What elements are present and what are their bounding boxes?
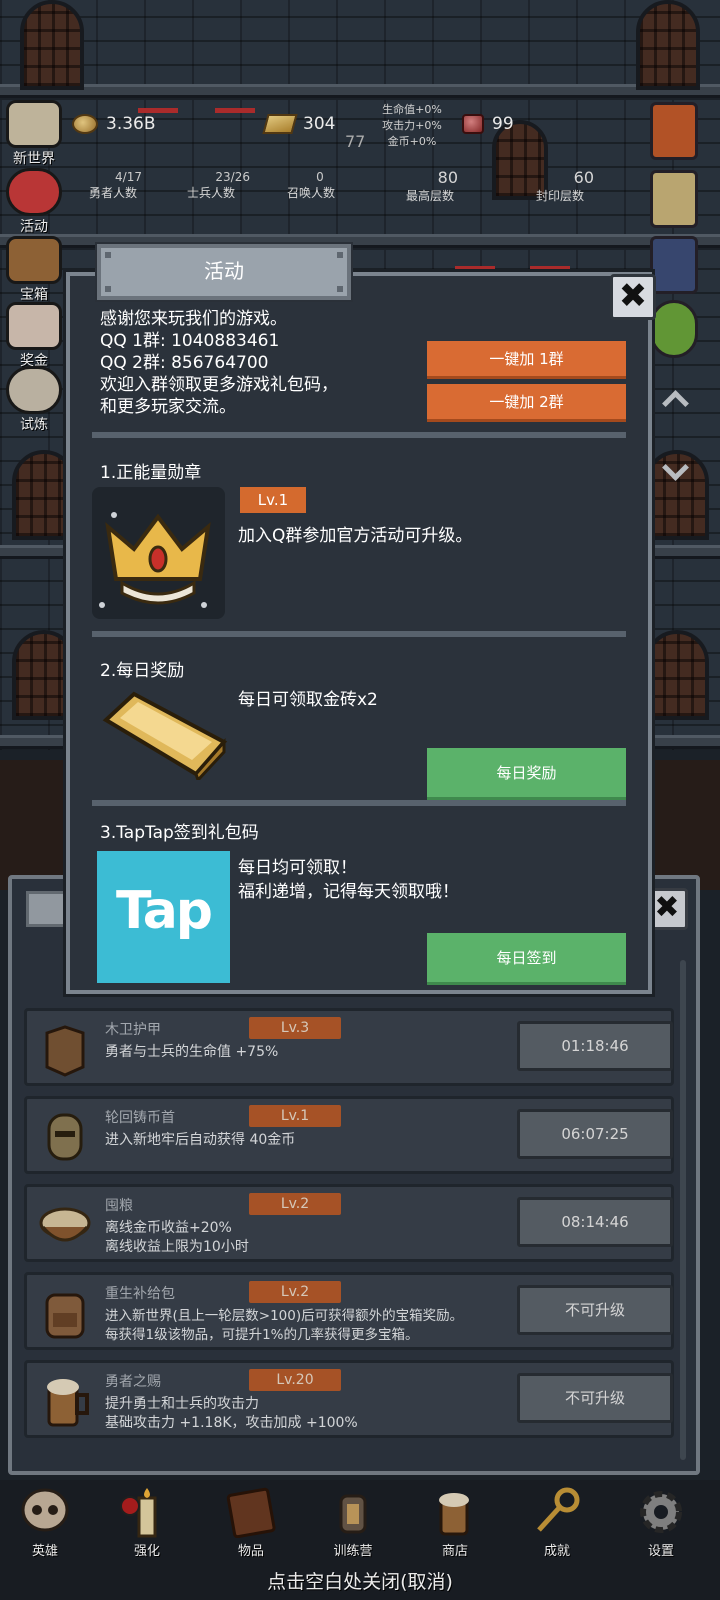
- section-divider: [92, 432, 626, 438]
- intro-text: 感谢您来玩我们的游戏。 QQ 1群: 1040883461 QQ 2群: 856…: [100, 309, 338, 417]
- gold-bar-image: [100, 690, 230, 783]
- section1-title: 1.正能量勋章: [100, 463, 202, 483]
- taptap-logo: Tap: [97, 851, 230, 983]
- section3-text: 每日均可领取！ 福利递增，记得每天领取哦！: [238, 858, 459, 902]
- crown-icon: [99, 512, 211, 608]
- join-group-1-button[interactable]: 一键加 1群: [427, 341, 626, 379]
- section2-text: 每日可领取金砖x2: [238, 690, 378, 710]
- daily-reward-button[interactable]: 每日奖励: [427, 748, 626, 800]
- medal-level-badge: Lv.1: [240, 487, 306, 513]
- gold-bar-icon: [102, 691, 228, 783]
- section3-title: 3.TapTap签到礼包码: [100, 823, 259, 843]
- dialog-title: 活动: [97, 244, 351, 300]
- section1-text: 加入Q群参加官方活动可升级。: [238, 526, 473, 546]
- section2-title: 2.每日奖励: [100, 661, 185, 681]
- join-group-2-button[interactable]: 一键加 2群: [427, 384, 626, 422]
- close-dialog-button[interactable]: ✖: [610, 274, 656, 320]
- section-divider: [92, 800, 626, 806]
- section-divider: [92, 631, 626, 637]
- medal-image: [92, 487, 225, 619]
- daily-checkin-button[interactable]: 每日签到: [427, 933, 626, 985]
